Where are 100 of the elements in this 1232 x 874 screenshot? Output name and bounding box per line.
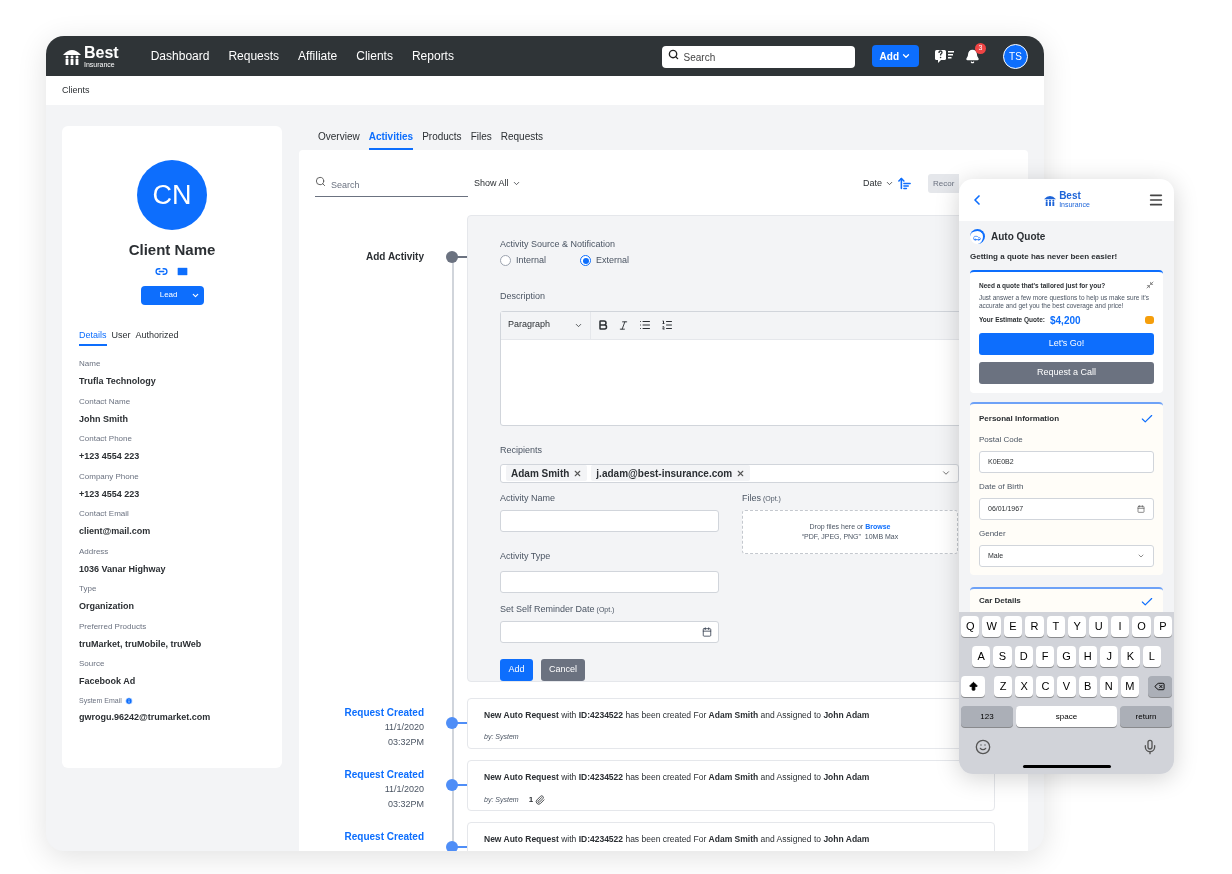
field-label: Name: [79, 358, 102, 370]
keyboard-key[interactable]: E: [1003, 616, 1023, 637]
content-tab[interactable]: Requests: [500, 129, 543, 150]
keyboard-key[interactable]: Z: [994, 676, 1013, 697]
keyboard-key[interactable]: A: [972, 646, 991, 667]
field-label: Contact Name: [79, 395, 132, 408]
field-label: Type: [79, 583, 98, 595]
breadcrumb[interactable]: Clients: [62, 83, 90, 98]
field-label: Company Phone: [79, 470, 140, 483]
lets-go-button[interactable]: Let's Go!: [979, 332, 1154, 355]
field-value: 1036 Vanar Highway: [79, 562, 167, 576]
detail-tab[interactable]: Details: [79, 328, 107, 346]
field-value: John Smith: [79, 412, 129, 426]
estimate-amount: $4,200: [1050, 313, 1081, 328]
recipient-chip[interactable]: Adam Smith: [506, 465, 588, 482]
keyboard-key[interactable]: Y: [1068, 616, 1087, 637]
field-label: Preferred Products: [79, 620, 148, 633]
field-value: +123 4554 223: [79, 487, 141, 501]
sort-dropdown[interactable]: Date: [863, 177, 894, 191]
keyboard-key[interactable]: D: [1014, 646, 1033, 667]
field-label: Source: [79, 658, 106, 670]
field-value: truMarket, truMobile, truWeb: [79, 637, 203, 651]
add-button[interactable]: Add: [871, 45, 919, 67]
search-field[interactable]: Search: [661, 46, 855, 69]
field-value: Trufla Technology: [79, 375, 157, 388]
keyboard-key[interactable]: T: [1046, 616, 1066, 637]
keyboard-key[interactable]: P: [1153, 616, 1173, 637]
logo-text: Best: [84, 44, 119, 61]
keyboard-key[interactable]: L: [1142, 646, 1161, 667]
nav-link[interactable]: Affiliate: [298, 47, 338, 65]
keyboard-key[interactable]: S: [993, 646, 1012, 667]
keyboard-key[interactable]: I: [1110, 616, 1130, 637]
field-value: +123 4554 223: [79, 450, 141, 463]
radio-label: External: [596, 254, 630, 267]
content-tab[interactable]: Products: [422, 129, 462, 150]
page-title: Auto Quote: [991, 230, 1046, 244]
event-date: 11/1/2020: [384, 720, 424, 734]
field-label: Set Self Reminder Date: [500, 603, 595, 616]
keyboard-key[interactable]: F: [1036, 646, 1055, 667]
nav-link[interactable]: Dashboard: [150, 47, 210, 65]
field-label: Activity Name: [500, 491, 556, 505]
cancel-button[interactable]: Cancel: [541, 658, 585, 681]
field-label: Recipients: [500, 444, 543, 455]
keyboard-key[interactable]: V: [1057, 676, 1076, 697]
nav-link[interactable]: Reports: [411, 47, 454, 65]
field-label: Files: [742, 491, 761, 505]
nav-link[interactable]: Clients: [356, 47, 393, 65]
content-tab[interactable]: Files: [470, 129, 492, 150]
field-value: gwrogu.96242@trumarket.com: [79, 711, 212, 724]
recipient-chip[interactable]: j.adam@best-insurance.com: [591, 465, 751, 482]
field-value: Facebook Ad: [79, 675, 137, 688]
event-title[interactable]: Request Created: [344, 704, 424, 720]
event-time: 03:32PM: [387, 736, 424, 749]
activity-message: New Auto Request with ID:4234522 has been created For Adam Smith and Assigned to John Adam: [484, 770, 871, 784]
page-subtitle: Getting a quote has never been easier!: [970, 251, 1119, 263]
field-label: Postal Code: [979, 433, 1024, 446]
space-key[interactable]: space: [1016, 706, 1117, 727]
field-value: client@mail.com: [79, 525, 152, 538]
field-label: Contact Phone: [79, 433, 133, 445]
add-button[interactable]: Add: [500, 658, 533, 681]
event-title[interactable]: Request Created: [344, 766, 424, 782]
field-label: Address: [79, 545, 110, 558]
return-key[interactable]: return: [1120, 706, 1172, 727]
keyboard-key[interactable]: K: [1121, 646, 1140, 667]
keyboard-key[interactable]: W: [982, 616, 1001, 637]
keyboard-key[interactable]: R: [1025, 616, 1044, 637]
status-dropdown[interactable]: Lead: [140, 285, 204, 305]
event-title[interactable]: Request Created: [344, 828, 424, 844]
keyboard-key[interactable]: J: [1099, 646, 1119, 667]
client-name: Client Name: [128, 240, 216, 260]
record-button[interactable]: Recor: [928, 174, 959, 194]
keyboard-key[interactable]: O: [1132, 616, 1151, 637]
keyboard-key[interactable]: B: [1078, 676, 1097, 697]
client-avatar: CN: [137, 160, 207, 230]
event-time: 03:32PM: [387, 798, 424, 811]
keyboard-key[interactable]: G: [1057, 646, 1076, 667]
keyboard-key[interactable]: H: [1078, 646, 1097, 667]
keyboard-key[interactable]: Q: [961, 616, 980, 637]
nav-link[interactable]: Requests: [228, 47, 280, 65]
field-value: Organization: [79, 600, 135, 613]
detail-tab[interactable]: User: [111, 328, 131, 346]
content-tab[interactable]: Overview: [318, 129, 360, 150]
keyboard-key[interactable]: X: [1015, 676, 1034, 697]
recipients-field[interactable]: Adam Smith j.adam@best-insurance.com: [500, 463, 959, 483]
keyboard-key[interactable]: N: [1099, 676, 1118, 697]
field-label: Activity Type: [500, 551, 551, 561]
field-label: Description: [500, 290, 546, 301]
detail-tab[interactable]: Authorized: [135, 328, 179, 346]
paragraph-dropdown[interactable]: Paragraph: [501, 311, 591, 339]
user-avatar[interactable]: TS: [1003, 43, 1028, 69]
keyboard-key[interactable]: M: [1120, 676, 1139, 697]
keyboard-key[interactable]: U: [1089, 616, 1108, 637]
activity-message: New Auto Request with ID:4234522 has been created For Adam Smith and Assigned to John Adam: [484, 708, 871, 722]
keyboard-key[interactable]: C: [1036, 676, 1055, 697]
request-call-button[interactable]: Request a Call: [979, 361, 1154, 384]
search-field[interactable]: Search: [315, 174, 468, 197]
numbers-key[interactable]: 123: [961, 706, 1013, 727]
filter-dropdown[interactable]: Show All: [474, 177, 521, 191]
section-title: Personal Information: [979, 412, 1059, 425]
field-label: Date of Birth: [979, 480, 1025, 493]
